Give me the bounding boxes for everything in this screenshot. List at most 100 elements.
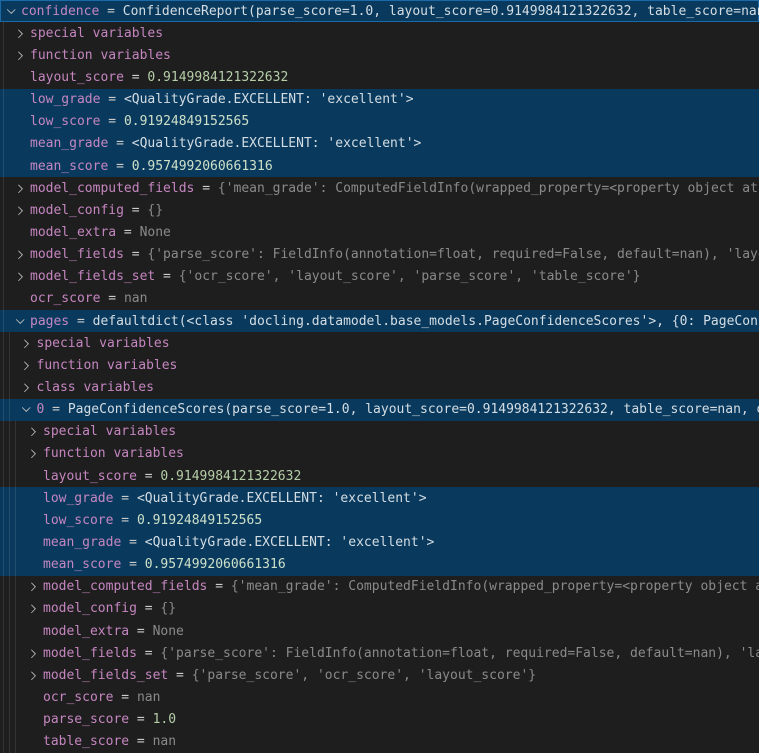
equals-sign: = (137, 646, 160, 661)
variable-name: table_score (43, 734, 129, 749)
indent-guide (15, 731, 16, 753)
variable-row[interactable]: special variables (0, 421, 759, 443)
variable-row[interactable]: parse_score = 1.0 (0, 709, 759, 731)
variable-value: {'parse_score': FieldInfo(annotation=flo… (147, 247, 759, 262)
variable-row[interactable]: model_fields_set = {'ocr_score', 'layout… (0, 266, 759, 288)
indent-guide (3, 399, 4, 421)
variable-row[interactable]: layout_score = 0.9149984121322632 (0, 465, 759, 487)
chevron-right-icon[interactable] (26, 447, 40, 461)
chevron-right-icon[interactable] (26, 646, 40, 660)
variable-row[interactable]: low_score = 0.91924849152565 (0, 509, 759, 531)
variable-value: 1.0 (153, 712, 176, 727)
chevron-right-icon[interactable] (20, 380, 34, 394)
variable-row[interactable]: mean_score = 0.9574992060661316 (0, 155, 759, 177)
chevron-right-icon[interactable] (13, 48, 27, 62)
chevron-right-icon[interactable] (13, 203, 27, 217)
indent-guide (15, 531, 16, 553)
indent-guide (9, 642, 10, 664)
variable-name: model_computed_fields (30, 181, 194, 196)
chevron-right-icon[interactable] (20, 336, 34, 350)
chevron-right-icon[interactable] (13, 248, 27, 262)
twistie-spacer (26, 469, 40, 483)
chevron-right-icon[interactable] (13, 181, 27, 195)
indent-guide (3, 686, 4, 708)
variable-value: 0.9574992060661316 (132, 159, 273, 174)
equals-sign: = (124, 203, 147, 218)
chevron-down-icon[interactable] (20, 403, 34, 417)
variable-row[interactable]: ocr_score = nan (0, 686, 759, 708)
variable-row[interactable]: function variables (0, 443, 759, 465)
variable-name: model_fields (30, 247, 124, 262)
variable-row[interactable]: ocr_score = nan (0, 288, 759, 310)
variable-row[interactable]: low_score = 0.91924849152565 (0, 111, 759, 133)
indent-guide (3, 199, 4, 221)
variable-value: nan (124, 291, 147, 306)
variable-value: ConfidenceReport(parse_score=1.0, layout… (123, 4, 759, 19)
equals-sign: = (168, 668, 191, 683)
variable-row[interactable]: function variables (0, 354, 759, 376)
indent-guide (3, 66, 4, 88)
indent-guide (3, 177, 4, 199)
variable-row[interactable]: low_grade = <QualityGrade.EXCELLENT: 'ex… (0, 89, 759, 111)
indent-guide (9, 576, 10, 598)
twistie-spacer (13, 292, 27, 306)
indent-guide (9, 598, 10, 620)
chevron-right-icon[interactable] (13, 26, 27, 40)
variable-name: mean_score (43, 557, 121, 572)
variable-value: {} (160, 601, 176, 616)
variable-row[interactable]: model_computed_fields = {'mean_grade': C… (0, 177, 759, 199)
variable-row[interactable]: confidence = ConfidenceReport(parse_scor… (0, 0, 759, 22)
variable-name: low_score (43, 513, 113, 528)
variable-row[interactable]: model_computed_fields = {'mean_grade': C… (0, 576, 759, 598)
twistie-spacer (13, 70, 27, 84)
equals-sign: = (129, 734, 152, 749)
variable-value: 0.91924849152565 (137, 513, 262, 528)
variable-value: 0.9149984121322632 (160, 469, 301, 484)
variable-row[interactable]: special variables (0, 332, 759, 354)
variable-name: confidence (21, 4, 99, 19)
variable-row[interactable]: model_fields = {'parse_score': FieldInfo… (0, 642, 759, 664)
indent-guide (15, 686, 16, 708)
indent-guide (9, 709, 10, 731)
variable-name: mean_score (30, 159, 108, 174)
variable-row[interactable]: model_config = {} (0, 199, 759, 221)
variable-row[interactable]: mean_grade = <QualityGrade.EXCELLENT: 'e… (0, 133, 759, 155)
indent-guide (9, 731, 10, 753)
equals-sign: = (124, 70, 147, 85)
variable-name: low_score (30, 114, 100, 129)
equals-sign: = (137, 469, 160, 484)
chevron-right-icon[interactable] (13, 270, 27, 284)
chevron-down-icon[interactable] (4, 4, 18, 18)
variable-row[interactable]: model_fields_set = {'parse_score', 'ocr_… (0, 664, 759, 686)
variable-row[interactable]: 0 = PageConfidenceScores(parse_score=1.0… (0, 399, 759, 421)
chevron-right-icon[interactable] (26, 580, 40, 594)
variable-name: class variables (37, 380, 154, 395)
chevron-right-icon[interactable] (26, 668, 40, 682)
variable-row[interactable]: model_config = {} (0, 598, 759, 620)
variable-row[interactable]: layout_score = 0.9149984121322632 (0, 66, 759, 88)
indent-guide (9, 332, 10, 354)
variable-row[interactable]: special variables (0, 22, 759, 44)
chevron-right-icon[interactable] (20, 358, 34, 372)
indent-guide (9, 531, 10, 553)
variable-row[interactable]: mean_score = 0.9574992060661316 (0, 554, 759, 576)
chevron-right-icon[interactable] (26, 602, 40, 616)
variable-row[interactable]: class variables (0, 376, 759, 398)
variable-name: model_fields (43, 646, 137, 661)
equals-sign: = (207, 579, 230, 594)
variable-name: model_config (30, 203, 124, 218)
equals-sign: = (69, 314, 92, 329)
variable-row[interactable]: function variables (0, 44, 759, 66)
equals-sign: = (113, 690, 136, 705)
variable-row[interactable]: table_score = nan (0, 731, 759, 753)
variable-row[interactable]: model_extra = None (0, 620, 759, 642)
variable-row[interactable]: low_grade = <QualityGrade.EXCELLENT: 'ex… (0, 487, 759, 509)
chevron-down-icon[interactable] (13, 314, 27, 328)
variable-row[interactable]: model_extra = None (0, 221, 759, 243)
equals-sign: = (129, 624, 152, 639)
variable-row[interactable]: model_fields = {'parse_score': FieldInfo… (0, 244, 759, 266)
variable-row[interactable]: mean_grade = <QualityGrade.EXCELLENT: 'e… (0, 531, 759, 553)
variable-value: <QualityGrade.EXCELLENT: 'excellent'> (137, 491, 427, 506)
variable-row[interactable]: pages = defaultdict(<class 'docling.data… (0, 310, 759, 332)
chevron-right-icon[interactable] (26, 425, 40, 439)
